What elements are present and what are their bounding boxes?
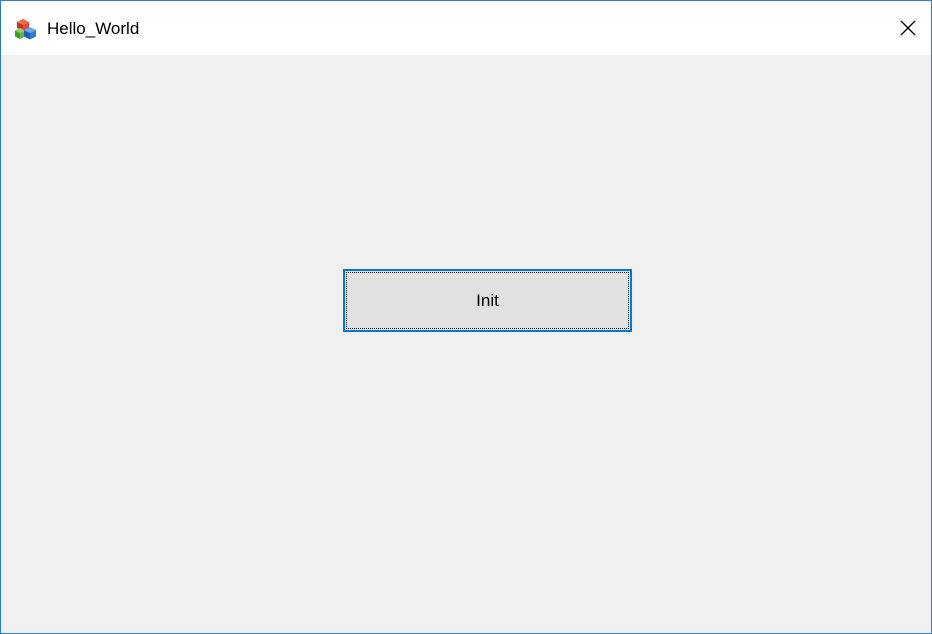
client-area: Init (1, 55, 931, 633)
window-title: Hello_World (47, 19, 140, 38)
title-bar[interactable]: Hello_World (1, 1, 931, 55)
close-button[interactable] (885, 1, 931, 55)
app-window: Hello_World Init (0, 0, 932, 634)
init-button-label: Init (476, 290, 499, 310)
app-cubes-icon (15, 18, 37, 40)
close-icon (900, 20, 916, 36)
init-button[interactable]: Init (343, 269, 632, 332)
